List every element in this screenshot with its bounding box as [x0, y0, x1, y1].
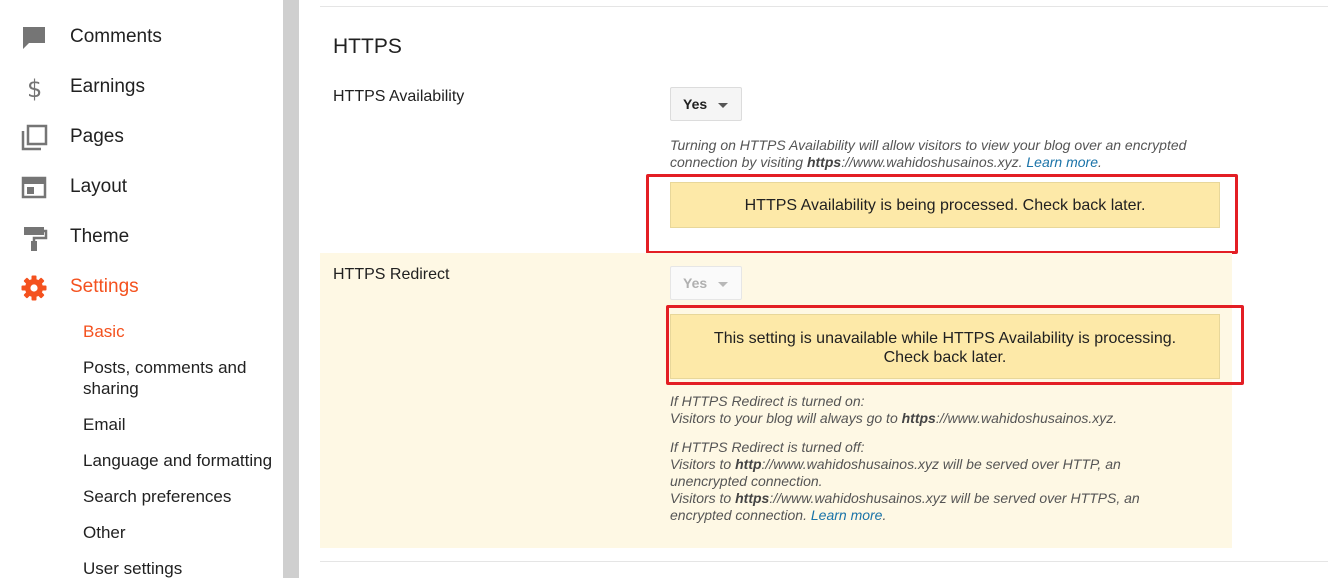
dollar-icon: $: [27, 75, 42, 102]
sub-item-basic[interactable]: Basic: [83, 321, 283, 342]
redirect-on-help: If HTTPS Redirect is turned on: Visitors…: [670, 393, 1210, 427]
sidebar-item-label: Settings: [70, 276, 139, 297]
help-text: .: [882, 507, 887, 523]
help-text: Visitors to your blog will always go to: [670, 410, 902, 426]
layout-icon: [21, 176, 47, 199]
https-redirect-select[interactable]: Yes: [670, 266, 742, 300]
sub-item-other[interactable]: Other: [83, 522, 283, 543]
sidebar-item-comments[interactable]: Comments: [0, 18, 283, 58]
sidebar-item-label: Theme: [70, 226, 130, 247]
sub-item-search-preferences[interactable]: Search preferences: [83, 486, 283, 507]
sidebar-item-label: Pages: [70, 126, 124, 147]
divider: [320, 6, 1328, 7]
sidebar-scrollbar[interactable]: [283, 0, 299, 578]
redirect-off-help: If HTTPS Redirect is turned off: Visitor…: [670, 439, 1190, 524]
sidebar-item-label: Comments: [70, 26, 162, 47]
sidebar-item-settings[interactable]: Settings: [0, 268, 283, 308]
learn-more-link[interactable]: Learn more: [1026, 154, 1098, 170]
help-text: .: [1097, 154, 1102, 170]
sidebar-item-theme[interactable]: Theme: [0, 218, 283, 258]
sub-item-email[interactable]: Email: [83, 414, 283, 435]
help-title: If HTTPS Redirect is turned on:: [670, 393, 865, 409]
help-bold: https: [735, 490, 770, 506]
select-value: Yes: [683, 96, 708, 112]
chevron-down-icon: [718, 103, 728, 108]
help-line: Visitors to http://www.wahidoshusainos.x…: [670, 456, 1190, 490]
settings-main: HTTPS HTTPS Availability Yes Turning on …: [300, 0, 1328, 578]
select-value: Yes: [683, 275, 708, 291]
help-line: Visitors to https://www.wahidoshusainos.…: [670, 490, 1190, 524]
sidebar-item-pages[interactable]: Pages: [0, 118, 283, 158]
help-text: ://www.wahidoshusainos.xyz.: [841, 154, 1027, 170]
sidebar-item-earnings[interactable]: $ Earnings: [0, 68, 283, 108]
sub-item-language-formatting[interactable]: Language and formatting: [83, 450, 283, 471]
pages-icon: [21, 124, 48, 151]
help-bold: https: [901, 410, 936, 426]
comment-icon: [23, 27, 45, 49]
learn-more-link[interactable]: Learn more: [811, 507, 883, 523]
https-availability-select[interactable]: Yes: [670, 87, 742, 121]
divider: [320, 561, 1328, 562]
help-bold: http: [735, 456, 762, 472]
sidebar-item-label: Earnings: [70, 76, 145, 97]
help-text: Visitors to: [670, 490, 736, 506]
gear-icon: [21, 275, 47, 301]
https-redirect-label: HTTPS Redirect: [333, 266, 450, 283]
sidebar: Comments $ Earnings Pages Layout Theme S…: [0, 0, 283, 578]
svg-text:$: $: [27, 75, 42, 102]
sub-item-user-settings[interactable]: User settings: [83, 558, 283, 579]
help-bold: https: [806, 154, 842, 170]
help-text: Visitors to: [670, 456, 736, 472]
chevron-down-icon: [718, 282, 728, 287]
https-availability-help: Turning on HTTPS Availability will allow…: [670, 137, 1210, 171]
highlight-box: [666, 305, 1244, 385]
highlight-box: [646, 174, 1238, 254]
help-line: Visitors to your blog will always go to …: [670, 410, 1210, 427]
help-text: ://www.wahidoshusainos.xyz.: [935, 410, 1118, 426]
sub-item-posts-comments-sharing[interactable]: Posts, comments and sharing: [83, 357, 283, 399]
paint-roller-icon: [24, 227, 48, 251]
https-availability-label: HTTPS Availability: [333, 88, 465, 105]
help-title: If HTTPS Redirect is turned off:: [670, 439, 865, 455]
sidebar-item-layout[interactable]: Layout: [0, 168, 283, 208]
sidebar-item-label: Layout: [70, 176, 128, 197]
section-title: HTTPS: [333, 35, 402, 58]
